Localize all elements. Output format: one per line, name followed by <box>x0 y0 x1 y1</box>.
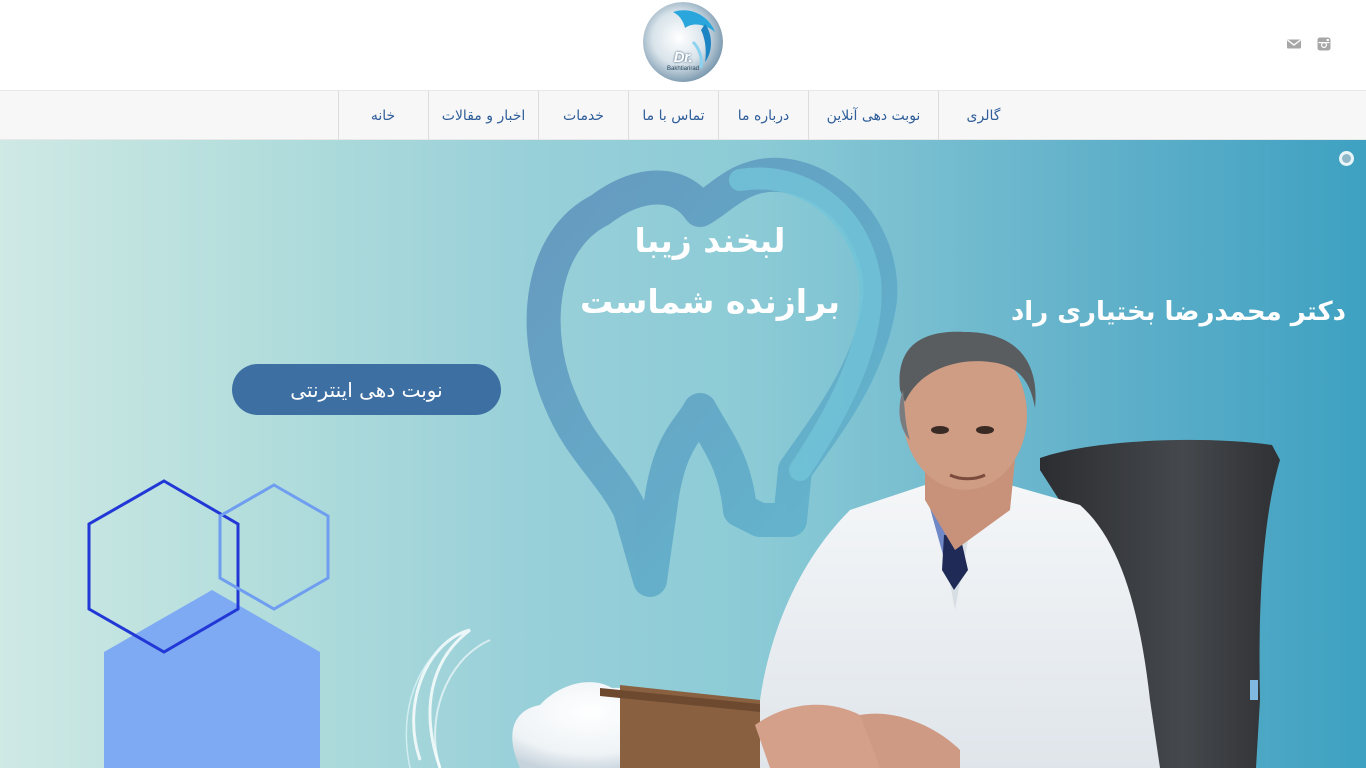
hexagon-outline-light <box>218 483 330 611</box>
doctor-name: دکتر محمدرضا بختیاری راد <box>1010 297 1346 327</box>
site-logo[interactable]: Dr. Bakhtiarirad <box>643 2 723 82</box>
nav-item-news[interactable]: اخبار و مقالات <box>428 91 538 140</box>
mail-icon[interactable] <box>1286 36 1302 52</box>
slider-indicator-dot[interactable] <box>1339 151 1354 166</box>
instagram-icon[interactable] <box>1316 36 1332 52</box>
nav-item-label: تماس با ما <box>642 107 705 124</box>
nav-item-gallery[interactable]: گالری <box>938 91 1028 140</box>
nav-item-label: خانه <box>370 107 396 124</box>
hero-slider: لبخند زیبا برازنده شماست دکتر محمدرضا بخ… <box>0 140 1366 768</box>
nav-item-label: نوبت دهی آنلاین <box>826 107 921 124</box>
logo-text: Dr. <box>673 49 693 66</box>
doctor-portrait <box>755 331 1160 768</box>
social-links <box>1286 36 1332 52</box>
online-booking-button[interactable]: نوبت دهی اینترنتی <box>232 364 501 415</box>
site-header: Dr. Bakhtiarirad <box>0 0 1366 90</box>
nav-item-online-booking[interactable]: نوبت دهی آنلاین <box>808 91 938 140</box>
hero-tagline-2: برازنده شماست <box>579 282 840 321</box>
nav-item-contact[interactable]: تماس با ما <box>628 91 718 140</box>
nav-item-services[interactable]: خدمات <box>538 91 628 140</box>
hexagon-filled <box>104 590 320 768</box>
nav-item-label: خدمات <box>563 107 604 124</box>
online-booking-button-label: نوبت دهی اینترنتی <box>290 377 443 402</box>
nav-item-home[interactable]: خانه <box>338 91 428 140</box>
nav-item-about[interactable]: درباره ما <box>718 91 808 140</box>
nav-item-label: اخبار و مقالات <box>441 107 526 124</box>
nav-item-label: درباره ما <box>737 107 790 124</box>
nav-item-label: گالری <box>966 107 1001 124</box>
logo-subtitle: Bakhtiarirad <box>666 66 699 72</box>
main-nav: گالری نوبت دهی آنلاین درباره ما تماس با … <box>0 90 1366 140</box>
nav-divider <box>338 91 339 140</box>
nav-items: گالری نوبت دهی آنلاین درباره ما تماس با … <box>338 91 1028 141</box>
hero-tagline-1: لبخند زیبا <box>634 221 786 260</box>
